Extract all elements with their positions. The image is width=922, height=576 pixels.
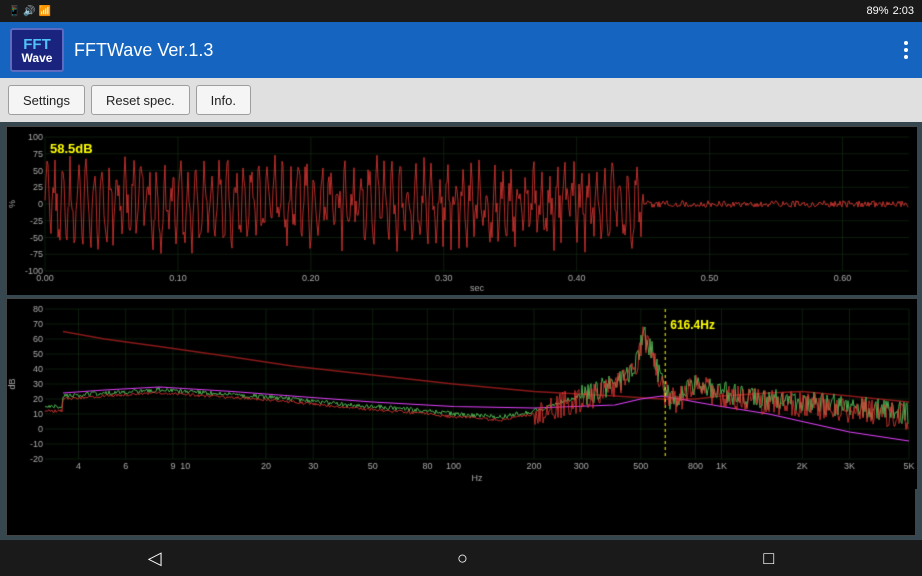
reset-spec-button[interactable]: Reset spec.: [91, 85, 190, 115]
status-bar-left: 📱 🔊 📶: [8, 6, 51, 17]
time-display: 2:03: [893, 5, 914, 17]
app-icon-wave: Wave: [22, 52, 53, 64]
app-icon: FFT Wave: [10, 28, 64, 72]
title-bar: FFT Wave FFTWave Ver.1.3: [0, 22, 922, 78]
app-title: FFTWave Ver.1.3: [74, 40, 900, 61]
overflow-menu-button[interactable]: [900, 37, 912, 63]
settings-button[interactable]: Settings: [8, 85, 85, 115]
wave-chart: [6, 126, 916, 294]
app-icon-fft: FFT: [23, 37, 51, 52]
charts-container: [0, 122, 922, 540]
fft-chart: [6, 298, 916, 536]
home-button[interactable]: ○: [437, 544, 488, 573]
info-button[interactable]: Info.: [196, 85, 251, 115]
toolbar: Settings Reset spec. Info.: [0, 78, 922, 122]
nav-bar: ◁ ○ □: [0, 540, 922, 576]
back-button[interactable]: ◁: [128, 544, 182, 573]
status-bar: 📱 🔊 📶 89% 2:03: [0, 0, 922, 22]
battery-level: 89%: [867, 5, 889, 17]
status-bar-right: 89% 2:03: [867, 5, 914, 17]
recent-button[interactable]: □: [743, 544, 794, 573]
